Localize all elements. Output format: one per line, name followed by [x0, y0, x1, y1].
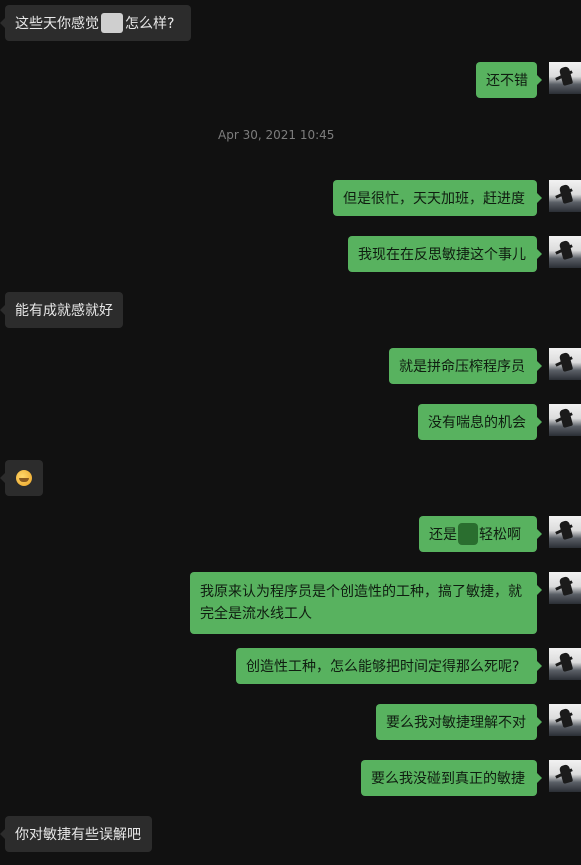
message-text: 我原来认为程序员是个创造性的工种，搞了敏捷，就完全是流水线工人 [200, 584, 522, 622]
sent-message[interactable]: 要么我对敏捷理解不对 [376, 704, 542, 740]
user-avatar[interactable] [549, 760, 581, 792]
message-text: 轻松啊 [479, 527, 521, 543]
message-text: 没有喘息的机会 [428, 415, 526, 431]
received-message[interactable] [0, 460, 43, 496]
sent-message[interactable]: 就是拼命压榨程序员 [389, 348, 542, 384]
redacted-text [458, 523, 478, 545]
message-text: 这些天你感觉 [15, 16, 99, 32]
user-avatar[interactable] [549, 572, 581, 604]
message-text: 要么我对敏捷理解不对 [386, 715, 526, 731]
message-timestamp: Apr 30, 2021 10:45 [218, 128, 335, 142]
message-text: 还不错 [486, 73, 528, 89]
redacted-text [101, 13, 123, 33]
received-message[interactable]: 这些天你感觉 怎么样? [0, 5, 191, 41]
received-message[interactable]: 你对敏捷有些误解吧 [0, 816, 152, 852]
sent-message[interactable]: 没有喘息的机会 [418, 404, 542, 440]
sent-message[interactable]: 创造性工种，怎么能够把时间定得那么死呢? [236, 648, 542, 684]
user-avatar[interactable] [549, 180, 581, 212]
message-text: 你对敏捷有些误解吧 [15, 827, 141, 843]
sent-message[interactable]: 我现在在反思敏捷这个事儿 [348, 236, 542, 272]
message-text: 怎么样? [125, 16, 175, 32]
user-avatar[interactable] [549, 404, 581, 436]
sent-message[interactable]: 我原来认为程序员是个创造性的工种，搞了敏捷，就完全是流水线工人 [190, 572, 542, 634]
user-avatar[interactable] [549, 648, 581, 680]
sent-message[interactable]: 还不错 [476, 62, 542, 98]
message-text: 要么我没碰到真正的敏捷 [371, 771, 525, 787]
message-text: 我现在在反思敏捷这个事儿 [358, 247, 526, 263]
message-text: 就是拼命压榨程序员 [399, 359, 525, 375]
message-text: 但是很忙，天天加班，赶进度 [343, 191, 525, 207]
user-avatar[interactable] [549, 704, 581, 736]
message-text: 能有成就感就好 [15, 303, 113, 319]
sent-message[interactable]: 但是很忙，天天加班，赶进度 [333, 180, 542, 216]
user-avatar[interactable] [549, 516, 581, 548]
grin-emoji-icon [16, 470, 32, 486]
sent-message[interactable]: 要么我没碰到真正的敏捷 [361, 760, 542, 796]
user-avatar[interactable] [549, 62, 581, 94]
user-avatar[interactable] [549, 236, 581, 268]
message-text: 还是 [429, 527, 457, 543]
sent-message[interactable]: 还是 轻松啊 [419, 516, 542, 552]
user-avatar[interactable] [549, 348, 581, 380]
message-text: 创造性工种，怎么能够把时间定得那么死呢? [246, 659, 520, 675]
received-message[interactable]: 能有成就感就好 [0, 292, 123, 328]
